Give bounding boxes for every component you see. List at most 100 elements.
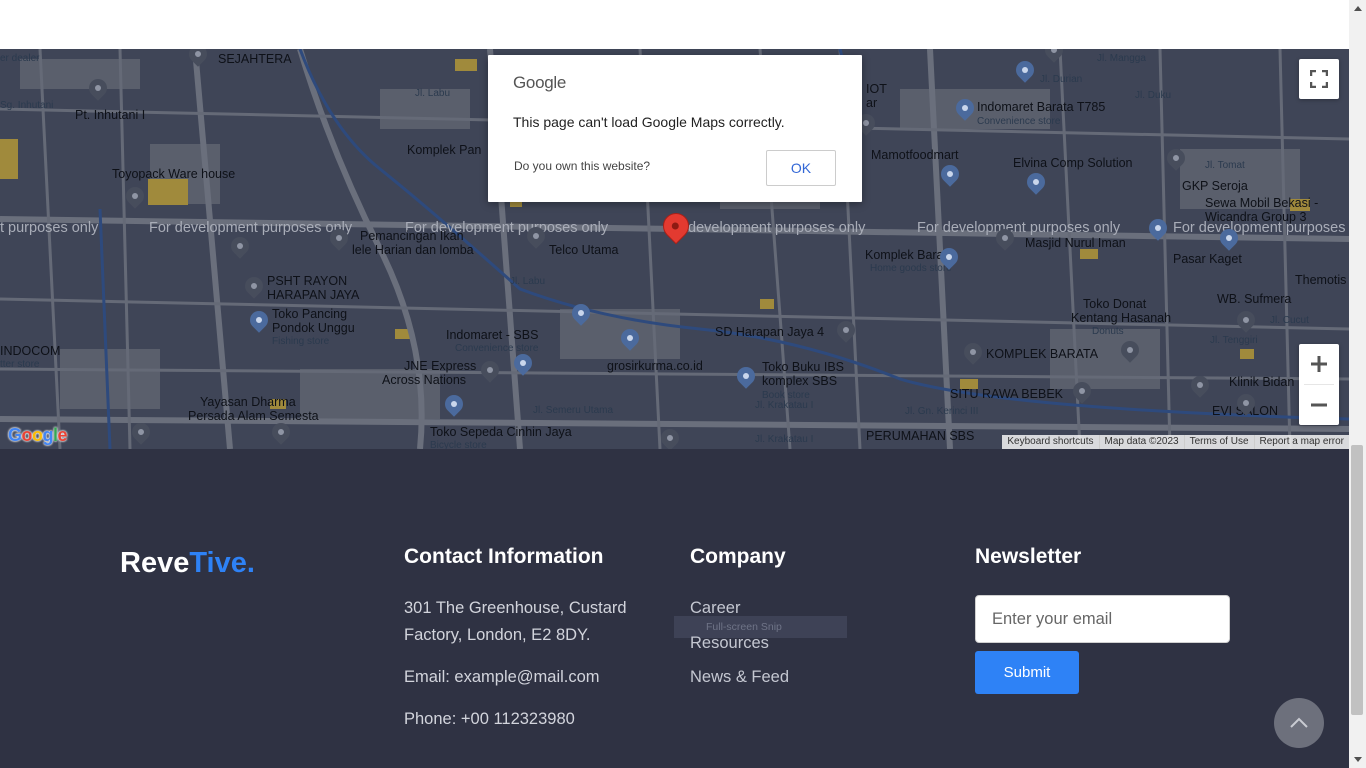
map-label: Jl. Gn. Kerinci III: [905, 406, 979, 417]
map-label: komplex SBS: [762, 374, 838, 388]
map-label: Jl. Cucut: [1270, 315, 1309, 326]
brand-part-2: Tive.: [189, 547, 255, 579]
map-label: Kentang Hasanah: [1071, 311, 1172, 325]
map-label: SEJAHTERA: [218, 52, 292, 66]
map-label: Toko Pancing: [272, 307, 348, 321]
map-label: lele Harian dan lomba: [352, 243, 474, 257]
page-scrollbar[interactable]: [1349, 0, 1366, 768]
zoom-controls: [1299, 344, 1339, 425]
scroll-up-arrow[interactable]: [1349, 0, 1366, 17]
map-label: PSHT RAYON: [267, 274, 348, 288]
map-label: Convenience store: [977, 116, 1061, 127]
dialog-message: This page can't load Google Maps correct…: [513, 114, 785, 130]
contact-address-line-2: Factory, London, E2 8DY.: [404, 626, 591, 644]
map-label: Telco Utama: [549, 243, 619, 257]
map-label: Jl. Duku: [1135, 90, 1172, 101]
map-watermark: development purposes only: [688, 220, 866, 236]
map-label: Mamotfoodmart: [871, 148, 959, 162]
map-label: WB. Sufmera: [1217, 292, 1292, 306]
map-label: Pasar Kaget: [1173, 252, 1242, 266]
fullscreen-button[interactable]: [1299, 59, 1339, 99]
maps-error-dialog: Google This page can't load Google Maps …: [488, 55, 862, 202]
map-label: Toyopack Ware house: [112, 167, 236, 181]
map-label: Jl. Semeru Utama: [533, 405, 614, 416]
map-label: KOMPLEK BARATA: [986, 347, 1099, 361]
map-label: grosirkurma.co.id: [607, 359, 703, 373]
map-data-label: Map data ©2023: [1098, 435, 1184, 449]
plus-icon: [1311, 356, 1327, 372]
back-to-top-button[interactable]: [1274, 698, 1324, 748]
triangle-down-icon: [1353, 757, 1362, 762]
zoom-in-button[interactable]: [1299, 344, 1339, 384]
map-label: Sewa Mobil Bekasi -: [1205, 196, 1319, 210]
map-label: Across Nations: [382, 373, 467, 387]
map-label: Fishing store: [272, 336, 330, 347]
map-label: Jl. Labu: [510, 276, 546, 287]
contact-address-line-1: 301 The Greenhouse, Custard: [404, 599, 627, 617]
map-label: SD Harapan Jaya 4: [715, 325, 825, 339]
map-label: Toko Buku IBS: [762, 360, 844, 374]
map-label: Yayasan Dharma: [200, 395, 296, 409]
triangle-up-icon: [1353, 6, 1362, 11]
map-label: HARAPAN JAYA: [267, 288, 360, 302]
map-label: Jl. Tenggiri: [1210, 335, 1258, 346]
scrollbar-thumb[interactable]: [1351, 445, 1363, 715]
contact-email: Email: example@mail.com: [404, 668, 600, 686]
scroll-down-arrow[interactable]: [1349, 751, 1366, 768]
footer-brand-logo[interactable]: ReveTive.: [120, 547, 255, 580]
google-logo[interactable]: Google: [8, 425, 68, 446]
map-label: GKP Seroja: [1182, 179, 1248, 193]
contact-phone: Phone: +00 112323980: [404, 710, 575, 728]
map-watermark: t purposes only: [0, 220, 99, 236]
map-label: er dealer: [0, 53, 40, 64]
map-label: JNE Express: [404, 359, 477, 373]
map-label: Indomaret - SBS: [446, 328, 539, 342]
map-label: Jl. Tomat: [1205, 160, 1245, 171]
chevron-up-icon: [1290, 717, 1308, 728]
map-label: Themotis: [1295, 273, 1347, 287]
map-label: Jl. Krakatau I: [755, 400, 814, 411]
company-title: Company: [690, 545, 786, 568]
map-label: Toko Sepeda Cinhin Jaya: [430, 425, 572, 439]
brand-part-1: Reve: [120, 547, 190, 579]
map-label: SITU RAWA BEBEK: [950, 387, 1063, 401]
keyboard-shortcuts-link[interactable]: Keyboard shortcuts: [1002, 435, 1098, 449]
map-label: Pondok Unggu: [272, 321, 355, 335]
newsletter-submit-button[interactable]: Submit: [975, 651, 1079, 694]
map-attribution-bar: Keyboard shortcuts Map data ©2023 Terms …: [1002, 435, 1349, 449]
newsletter-title: Newsletter: [975, 545, 1082, 568]
map-label: IOT: [866, 82, 887, 96]
zoom-out-button[interactable]: [1299, 385, 1339, 425]
report-map-error-link[interactable]: Report a map error: [1253, 435, 1349, 449]
map-label: tter store: [0, 359, 40, 370]
newsletter-email-input[interactable]: [975, 595, 1230, 643]
map-label: Klinik Bidan: [1229, 375, 1295, 389]
terms-of-use-link[interactable]: Terms of Use: [1183, 435, 1254, 449]
map-label: Jl. Krakatau I: [755, 434, 814, 445]
own-website-link[interactable]: Do you own this website?: [514, 159, 650, 173]
map-label: ar: [866, 96, 878, 110]
map-label: Jl. Labu: [415, 88, 451, 99]
map-label: Indomaret Barata T785: [977, 100, 1106, 114]
map-label: Donuts: [1092, 326, 1124, 337]
map-label: Jl. Mangga: [1097, 53, 1146, 64]
map-label: Pemancingan Ikan: [360, 229, 464, 243]
map-label: Jl. Durian: [1040, 74, 1083, 85]
map-label: Toko Donat: [1083, 297, 1147, 311]
fullscreen-icon: [1310, 70, 1328, 88]
map-label: Persada Alam Semesta: [188, 409, 319, 423]
map-watermark: For development purposes only: [149, 220, 353, 236]
map-label: INDOCOM: [0, 344, 61, 358]
map-label: Home goods store: [870, 263, 952, 274]
map-label: PERUMAHAN SBS: [866, 429, 975, 443]
company-link-resources[interactable]: Resources: [690, 634, 769, 653]
map-watermark: For development purposes only: [917, 220, 1121, 236]
contact-title: Contact Information: [404, 545, 604, 568]
map-label: Pt. Inhutani I: [75, 108, 146, 122]
map-label: Komplek Pan: [407, 143, 482, 157]
map-label: Elvina Comp Solution: [1013, 156, 1133, 170]
ok-button[interactable]: OK: [766, 150, 836, 186]
company-link-news-feed[interactable]: News & Feed: [690, 668, 789, 687]
page-top-area: [0, 0, 1349, 49]
map-label: Sg. Inhutani: [0, 100, 54, 111]
